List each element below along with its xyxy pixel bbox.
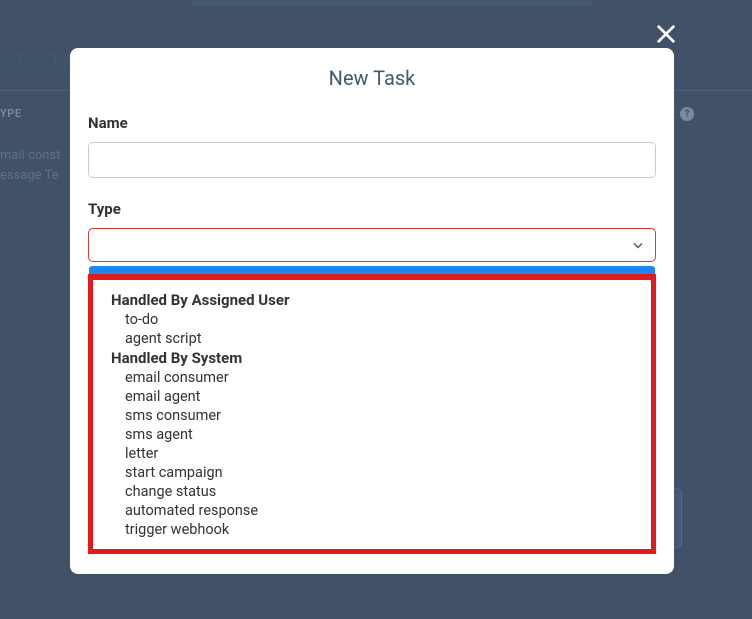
help-icon: ? (680, 107, 694, 121)
close-icon (655, 23, 677, 45)
name-label: Name (88, 114, 656, 132)
dropdown-item[interactable]: letter (97, 444, 647, 463)
new-task-modal: New Task Name Type Handled By Assigned U… (70, 48, 674, 574)
dropdown-item[interactable]: start campaign (97, 463, 647, 482)
modal-title: New Task (88, 66, 656, 90)
dropdown-group-header: Handled By Assigned User (97, 290, 647, 310)
bg-row-1: mail const (0, 148, 60, 163)
bg-col-type: YPE (0, 107, 22, 120)
type-label: Type (88, 200, 656, 218)
bg-row-2: essage Te (0, 168, 59, 183)
dropdown-item[interactable]: email consumer (97, 368, 647, 387)
close-button[interactable] (652, 20, 680, 48)
dropdown-item[interactable]: to-do (97, 310, 647, 329)
dropdown-item[interactable]: sms agent (97, 425, 647, 444)
dropdown-item[interactable]: email agent (97, 387, 647, 406)
dropdown-group-header: Handled By System (97, 348, 647, 368)
type-select[interactable] (88, 228, 656, 262)
dropdown-highlight-bar (89, 266, 655, 274)
dropdown-item[interactable]: agent script (97, 329, 647, 348)
type-dropdown: Handled By Assigned Userto-doagent scrip… (88, 274, 656, 554)
bg-top-panel (192, 0, 592, 6)
name-input[interactable] (88, 142, 656, 178)
dropdown-item[interactable]: change status (97, 482, 647, 501)
dropdown-item[interactable]: sms consumer (97, 406, 647, 425)
chevron-down-icon (633, 236, 643, 255)
dropdown-item[interactable]: automated response (97, 501, 647, 520)
dropdown-item[interactable]: trigger webhook (97, 520, 647, 539)
